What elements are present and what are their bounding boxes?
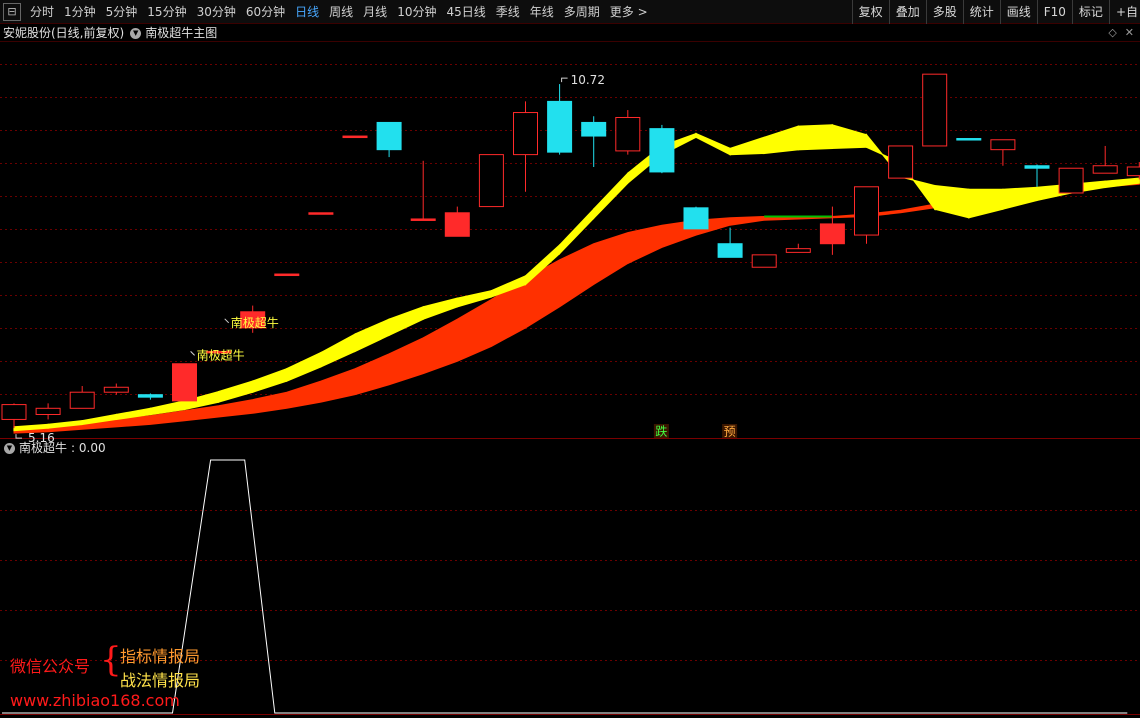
candle-body bbox=[922, 73, 948, 147]
fast-band-segment bbox=[968, 188, 1004, 219]
sub-dropdown-icon[interactable]: ▼ bbox=[4, 442, 15, 454]
candle bbox=[1024, 164, 1050, 187]
candle bbox=[785, 243, 811, 253]
watermark-wechat-label: 微信公众号 bbox=[10, 657, 91, 676]
candle bbox=[649, 124, 675, 174]
candle-body bbox=[1024, 165, 1050, 169]
candle-body bbox=[274, 273, 300, 277]
candle-body bbox=[717, 243, 743, 258]
candle bbox=[581, 116, 607, 167]
signal-arrow bbox=[190, 351, 195, 356]
fast-band-segment bbox=[422, 297, 458, 321]
candle bbox=[888, 145, 914, 179]
signal-label: 南极超牛 bbox=[231, 315, 279, 330]
candle-body bbox=[513, 112, 538, 156]
candle bbox=[819, 206, 845, 255]
candle bbox=[547, 84, 573, 155]
candle bbox=[478, 154, 504, 208]
candle-body bbox=[581, 121, 607, 137]
candle bbox=[1126, 162, 1140, 180]
candle bbox=[956, 138, 982, 141]
chart-canvas[interactable]: 10.725.16南极超牛南极超牛跌预 bbox=[0, 0, 1140, 718]
candle bbox=[717, 227, 743, 258]
high-marker-arrow bbox=[561, 77, 568, 83]
fast-band-segment bbox=[286, 351, 322, 383]
candle bbox=[444, 206, 470, 237]
candlesticks bbox=[1, 73, 1140, 429]
candle bbox=[69, 386, 95, 409]
candle-body bbox=[649, 128, 675, 173]
candle bbox=[137, 393, 163, 400]
candle bbox=[274, 273, 300, 277]
candle-body bbox=[785, 248, 811, 253]
sub-indicator-name[interactable]: 南极超牛 bbox=[19, 440, 67, 456]
marker-badge-label: 预 bbox=[724, 425, 736, 439]
high-price-label: 10.72 bbox=[571, 73, 605, 87]
candle-body bbox=[1126, 166, 1140, 177]
candle-body bbox=[956, 138, 982, 141]
fast-band-segment bbox=[252, 367, 288, 394]
candle-body bbox=[888, 145, 914, 179]
candle bbox=[990, 139, 1016, 166]
fast-band-segment bbox=[934, 184, 970, 219]
candle bbox=[1058, 167, 1084, 194]
candle-body bbox=[103, 386, 129, 393]
candle-body bbox=[615, 116, 641, 152]
candle bbox=[103, 383, 129, 395]
candle bbox=[615, 110, 641, 155]
candle-body bbox=[137, 394, 163, 398]
sub-indicator-value: : 0.00 bbox=[71, 441, 106, 455]
candle bbox=[376, 121, 402, 158]
candle bbox=[513, 101, 538, 192]
fast-band-segment bbox=[354, 318, 390, 353]
candle-body bbox=[444, 212, 470, 237]
fast-band-segment bbox=[320, 333, 356, 368]
candle bbox=[410, 160, 436, 221]
low-marker-arrow bbox=[15, 434, 22, 439]
watermark-line2: 战法情报局 bbox=[120, 671, 201, 690]
candle bbox=[751, 254, 777, 268]
fast-band-segment bbox=[593, 171, 629, 220]
watermark-brace: { bbox=[100, 640, 122, 680]
fast-band-segment bbox=[218, 380, 254, 403]
sub-chart-header: ▼ 南极超牛 : 0.00 bbox=[0, 440, 106, 456]
candle-body bbox=[69, 391, 95, 409]
candle-body bbox=[751, 254, 777, 268]
signal-arrow bbox=[224, 318, 230, 324]
candle bbox=[35, 403, 61, 420]
candle-body bbox=[819, 223, 845, 245]
fast-band-segment bbox=[729, 136, 765, 156]
candle-body bbox=[547, 100, 573, 153]
watermark-url: www.zhibiao168.com bbox=[10, 691, 180, 710]
candle bbox=[1092, 145, 1118, 174]
candle bbox=[172, 363, 197, 402]
candle bbox=[854, 186, 879, 244]
candle bbox=[1, 403, 27, 429]
fast-band-segment bbox=[797, 124, 833, 151]
candle-body bbox=[35, 407, 61, 415]
candle-body bbox=[410, 218, 436, 221]
marker-badge-label: 跌 bbox=[655, 424, 667, 439]
candle-body bbox=[478, 154, 504, 208]
signal-label: 南极超牛 bbox=[197, 347, 245, 362]
candle-body bbox=[376, 121, 402, 151]
candle bbox=[922, 73, 948, 147]
candle-body bbox=[342, 135, 368, 139]
candle-body bbox=[172, 363, 197, 402]
candle-body bbox=[683, 207, 709, 230]
fast-band-segment bbox=[1002, 186, 1038, 210]
candle bbox=[308, 212, 334, 215]
candle-body bbox=[1092, 165, 1118, 174]
candle-body bbox=[1058, 167, 1084, 194]
fast-band-segment bbox=[695, 132, 731, 156]
candle-body bbox=[990, 139, 1016, 151]
candle-body bbox=[308, 212, 334, 215]
fast-band-segment bbox=[831, 124, 868, 150]
fast-band-segment bbox=[388, 305, 424, 337]
candle-body bbox=[854, 186, 879, 236]
candle-body bbox=[1, 404, 27, 420]
candle bbox=[342, 135, 368, 139]
candle bbox=[683, 206, 709, 230]
watermark-line1: 指标情报局 bbox=[120, 647, 201, 666]
